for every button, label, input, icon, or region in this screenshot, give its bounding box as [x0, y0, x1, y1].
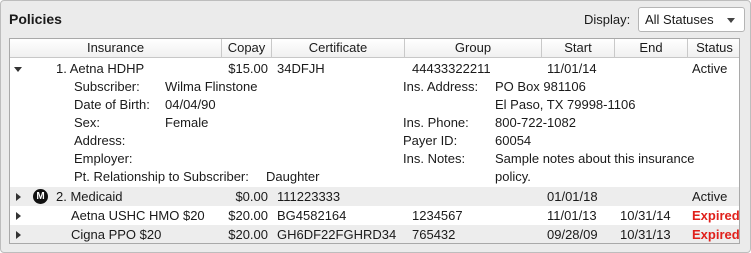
- copay-value: $0.00: [235, 189, 268, 204]
- display-label: Display:: [584, 12, 631, 27]
- column-header-certificate[interactable]: Certificate: [272, 39, 405, 58]
- insurance-name: 2. Medicaid: [56, 189, 123, 204]
- column-header-end[interactable]: End: [615, 39, 688, 58]
- collapse-arrow-icon[interactable]: [14, 67, 22, 72]
- expand-arrow-icon[interactable]: [16, 231, 21, 239]
- column-header-group[interactable]: Group: [405, 39, 542, 58]
- medicaid-badge-icon: M: [33, 189, 48, 204]
- ins-address-line1: PO Box 981106: [495, 79, 586, 94]
- subscriber-label: Subscriber:: [74, 79, 140, 94]
- start-date: 01/01/18: [547, 189, 598, 204]
- ins-address-label: Ins. Address:: [403, 79, 479, 94]
- status-badge: Active: [692, 189, 728, 204]
- certificate-value: 111223333: [277, 189, 341, 204]
- status-filter-select[interactable]: All Statuses: [638, 7, 745, 32]
- copay-value: $20.00: [228, 227, 268, 242]
- start-date: 09/28/09: [547, 227, 598, 242]
- table-row[interactable]: Cigna PPO $20 $20.00 GH6DF22FGHRD34 7654…: [10, 225, 740, 243]
- sex-label: Sex:: [74, 115, 101, 130]
- ins-address-line2: El Paso, TX 79998-1106: [495, 97, 636, 112]
- address-label: Address:: [74, 133, 126, 148]
- subscriber-value: Wilma Flinstone: [165, 79, 258, 94]
- ins-notes-label: Ins. Notes:: [403, 151, 466, 166]
- table-row[interactable]: Aetna USHC HMO $20 $20.00 BG4582164 1234…: [10, 206, 739, 225]
- ins-phone-label: Ins. Phone:: [403, 115, 469, 130]
- insurance-name: Cigna PPO $20: [71, 227, 162, 242]
- table-header: Insurance Copay Certificate Group Start …: [10, 39, 739, 58]
- group-value: 1234567: [412, 208, 463, 223]
- end-date: 10/31/13: [620, 227, 671, 242]
- dob-label: Date of Birth:: [74, 97, 150, 112]
- start-date: 11/01/13: [547, 208, 597, 223]
- relationship-value: Daughter: [266, 169, 320, 184]
- status-badge: Expired: [692, 227, 740, 242]
- panel-title: Policies: [9, 11, 62, 27]
- ins-notes-line1: Sample notes about this insurance: [495, 151, 695, 166]
- dob-value: 04/04/90: [165, 97, 216, 112]
- certificate-value: BG4582164: [277, 208, 347, 223]
- start-date: 11/01/14: [547, 61, 597, 76]
- table-row[interactable]: 1. Aetna HDHP $15.00 34DFJH 44433322211 …: [10, 59, 739, 78]
- status-badge: Expired: [692, 208, 740, 223]
- end-date: 10/31/14: [620, 208, 671, 223]
- chevron-down-icon: [727, 18, 735, 23]
- insurance-name: Aetna USHC HMO $20: [71, 208, 205, 223]
- status-badge: Active: [692, 61, 728, 76]
- ins-notes-line2: policy.: [495, 169, 531, 184]
- certificate-value: 34DFJH: [277, 61, 325, 76]
- status-filter-value: All Statuses: [645, 12, 714, 27]
- expand-arrow-icon[interactable]: [16, 212, 21, 220]
- certificate-value: GH6DF22FGHRD34: [277, 227, 397, 242]
- ins-phone-value: 800-722-1082: [495, 115, 576, 130]
- copay-value: $15.00: [228, 61, 268, 76]
- column-header-status[interactable]: Status: [688, 39, 739, 58]
- payer-id-label: Payer ID:: [403, 133, 458, 148]
- policies-table: Insurance Copay Certificate Group Start …: [9, 38, 740, 244]
- payer-id-value: 60054: [495, 133, 532, 148]
- sex-value: Female: [165, 115, 209, 130]
- group-value: 765432: [412, 227, 456, 242]
- employer-label: Employer:: [74, 151, 133, 166]
- policies-panel: Policies Display: All Statuses Insurance…: [0, 0, 751, 253]
- copay-value: $20.00: [228, 208, 268, 223]
- column-header-insurance[interactable]: Insurance: [10, 39, 222, 58]
- column-header-copay[interactable]: Copay: [222, 39, 272, 58]
- relationship-label: Pt. Relationship to Subscriber:: [74, 169, 249, 184]
- column-header-start[interactable]: Start: [542, 39, 615, 58]
- insurance-name: 1. Aetna HDHP: [56, 61, 145, 76]
- expand-arrow-icon[interactable]: [16, 193, 21, 201]
- group-value: 44433322211: [412, 61, 491, 76]
- table-row[interactable]: M 2. Medicaid $0.00 111223333 01/01/18 A…: [10, 187, 739, 206]
